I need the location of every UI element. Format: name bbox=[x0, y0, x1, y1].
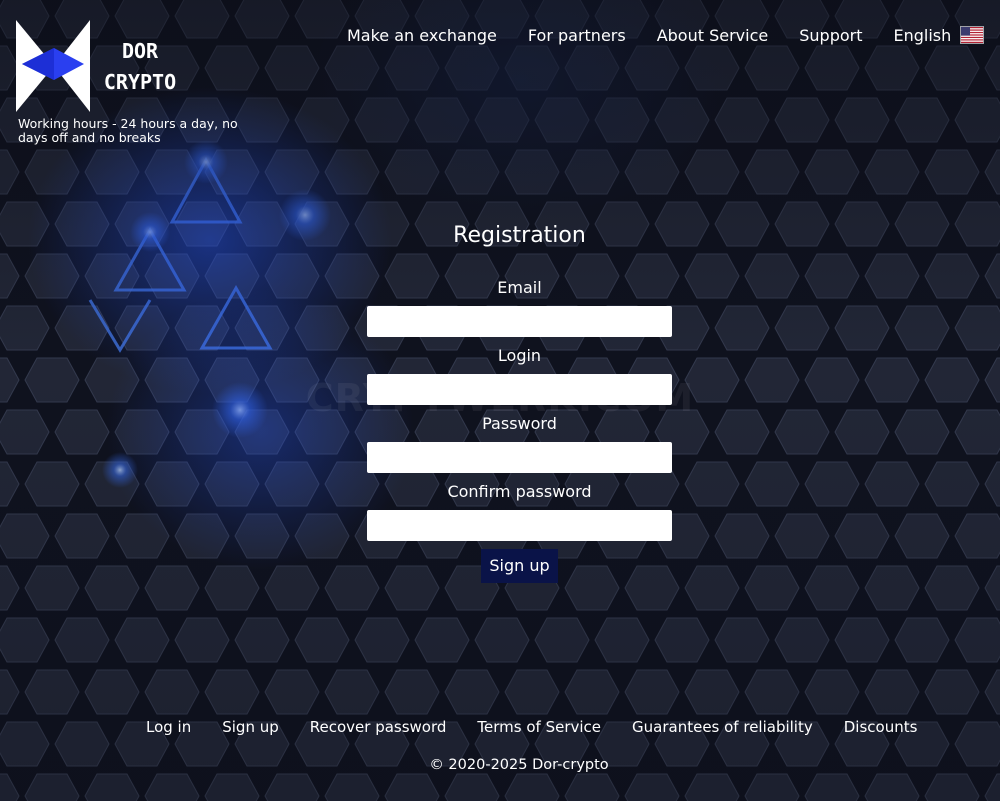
copyright: © 2020-2025 Dor-crypto bbox=[429, 757, 609, 773]
logo-text-line1: DOR bbox=[121, 39, 159, 63]
registration-form: Registration Email Login Password Confir… bbox=[367, 220, 672, 583]
footer-recover-password[interactable]: Recover password bbox=[310, 718, 447, 736]
footer-log-in[interactable]: Log in bbox=[146, 718, 191, 736]
sign-up-button[interactable]: Sign up bbox=[481, 549, 558, 583]
logo-text: DOR CRYPTO bbox=[100, 36, 180, 98]
password-label: Password bbox=[482, 414, 557, 433]
footer-links: Log in Sign up Recover password Terms of… bbox=[146, 716, 917, 738]
nav-for-partners[interactable]: For partners bbox=[528, 26, 626, 45]
password-field[interactable] bbox=[367, 442, 672, 473]
form-title: Registration bbox=[453, 223, 586, 248]
nav-support[interactable]: Support bbox=[799, 26, 862, 45]
nav-make-exchange[interactable]: Make an exchange bbox=[347, 26, 497, 45]
confirm-password-label: Confirm password bbox=[447, 482, 592, 501]
login-field[interactable] bbox=[367, 374, 672, 405]
working-hours-text: Working hours - 24 hours a day, no days … bbox=[18, 116, 238, 145]
email-label: Email bbox=[497, 278, 542, 297]
language-selector[interactable]: English bbox=[893, 25, 985, 45]
login-label: Login bbox=[497, 346, 542, 365]
footer-terms-of-service[interactable]: Terms of Service bbox=[477, 718, 601, 736]
us-flag-icon bbox=[960, 26, 985, 44]
language-label: English bbox=[893, 25, 952, 45]
logo-mark-icon bbox=[16, 20, 90, 112]
footer-discounts[interactable]: Discounts bbox=[844, 718, 918, 736]
logo-text-line2: CRYPTO bbox=[103, 70, 177, 94]
main-nav: Make an exchange For partners About Serv… bbox=[347, 22, 985, 48]
logo[interactable]: DOR CRYPTO bbox=[14, 20, 184, 112]
footer-guarantees[interactable]: Guarantees of reliability bbox=[632, 718, 813, 736]
footer-sign-up[interactable]: Sign up bbox=[222, 718, 279, 736]
confirm-password-field[interactable] bbox=[367, 510, 672, 541]
nav-about-service[interactable]: About Service bbox=[657, 26, 769, 45]
email-field[interactable] bbox=[367, 306, 672, 337]
